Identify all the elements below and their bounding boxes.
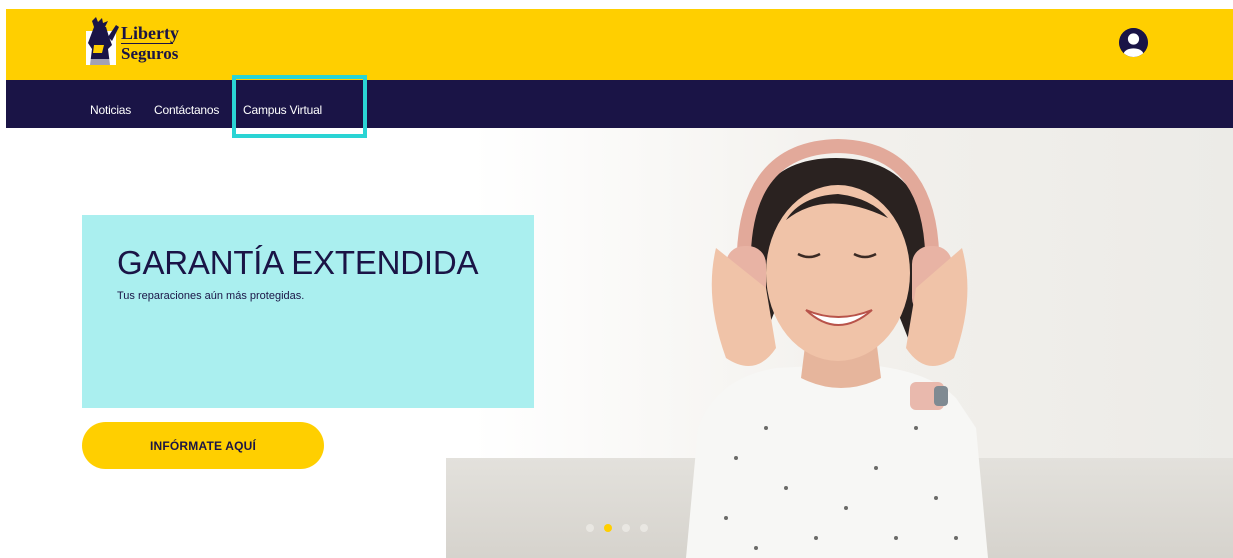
promo-title: GARANTÍA EXTENDIDA [117,244,479,281]
main-navigation: Noticias Contáctanos Campus Virtual [6,80,1233,128]
carousel-dot-4[interactable] [640,524,648,532]
promo-card: GARANTÍA EXTENDIDA Tus reparaciones aún … [82,215,534,408]
logo-wordmark: Liberty Seguros [121,23,179,63]
campus-virtual-highlight-box [232,75,367,138]
logo-line-1: Liberty [121,23,179,44]
woman-with-headphones-image [686,138,988,558]
nav-item-contactanos[interactable]: Contáctanos [154,103,219,117]
liberty-seguros-logo[interactable]: Liberty Seguros [82,15,202,73]
informate-aqui-button[interactable]: INFÓRMATE AQUÍ [82,422,324,469]
hero-banner: GARANTÍA EXTENDIDA Tus reparaciones aún … [6,128,1233,558]
nav-item-noticias[interactable]: Noticias [90,103,131,117]
top-header-bar: Liberty Seguros [6,9,1233,80]
carousel-dot-1[interactable] [586,524,594,532]
carousel-dot-3[interactable] [622,524,630,532]
statue-of-liberty-icon [86,17,119,65]
promo-subtitle: Tus reparaciones aún más protegidas. [117,290,305,302]
page: Liberty Seguros Noticias Contáctanos Cam… [6,9,1233,558]
carousel-dot-2-active[interactable] [604,524,612,532]
logo-line-2: Seguros [121,44,179,63]
user-avatar-icon[interactable] [1119,28,1148,57]
person-icon [1119,28,1148,57]
carousel-indicators [586,524,656,534]
